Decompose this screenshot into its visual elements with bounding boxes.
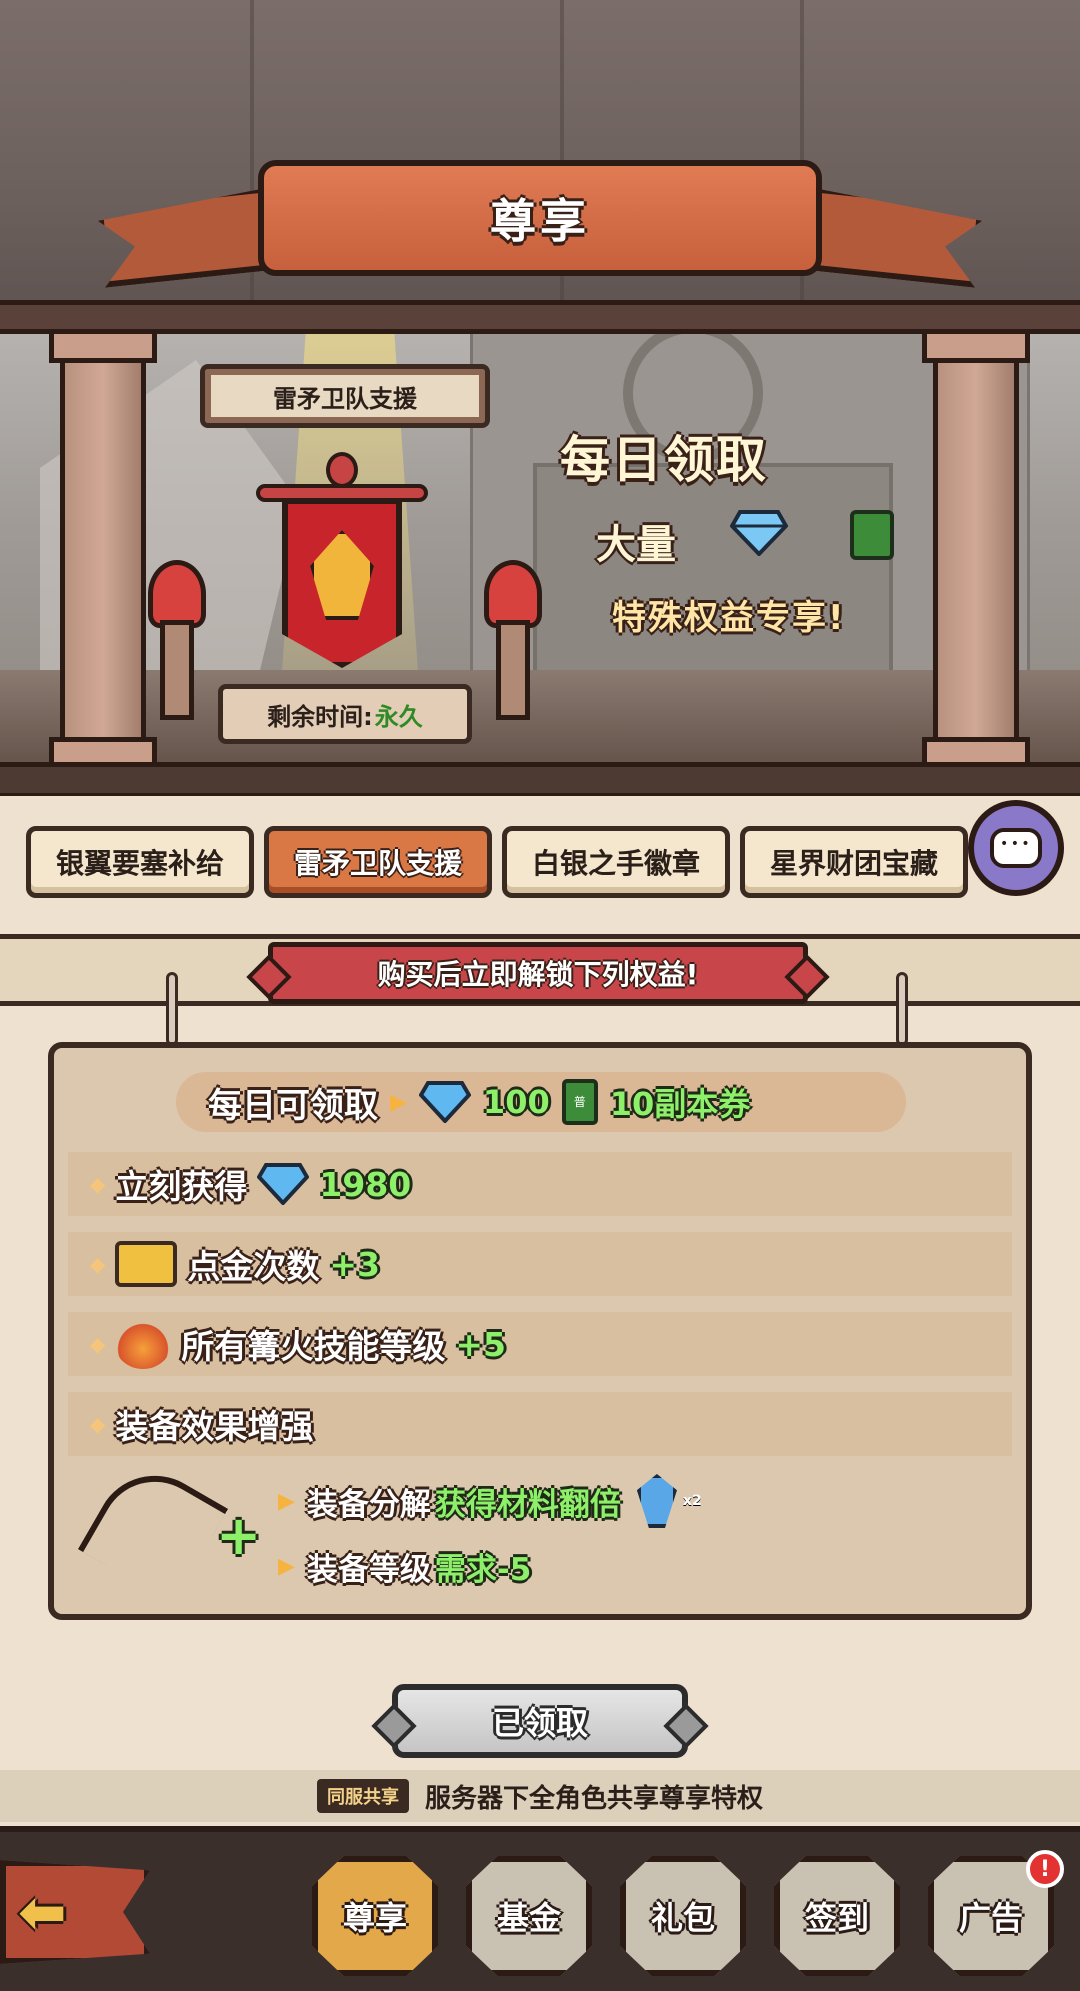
nav-sign-in[interactable]: 签到 bbox=[774, 1856, 900, 1976]
plus-icon: + bbox=[216, 1504, 262, 1567]
level-value: 需求-5 bbox=[434, 1552, 532, 1588]
crystal-icon bbox=[636, 1474, 677, 1528]
tab-silver-hand-badge[interactable]: 白银之手徽章 bbox=[502, 826, 730, 898]
left-pillar bbox=[49, 329, 157, 771]
promo-line3: 特殊权益专享! bbox=[612, 598, 846, 638]
hanger-right bbox=[896, 972, 908, 1046]
benefit-row-bonfire: ◆ 所有篝火技能等级 +5 bbox=[68, 1312, 1012, 1376]
bottom-nav-bar: ⬅ 尊享 基金 礼包 签到 广告 ! bbox=[0, 1826, 1080, 1991]
share-badge: 同服共享 bbox=[316, 1779, 409, 1813]
tab-astral-treasure[interactable]: 星界财团宝藏 bbox=[740, 826, 968, 898]
timer-plate: 剩余时间: 永久 bbox=[218, 684, 472, 744]
bonfire-icon bbox=[115, 1319, 172, 1369]
equip-details: + ▶ 装备分解 获得材料翻倍 x2 ▶ 装备等级 需求-5 bbox=[68, 1453, 1012, 1610]
salvage-value: 获得材料翻倍 bbox=[434, 1486, 621, 1523]
tab-silverwing-supply[interactable]: 银翼要塞补给 bbox=[26, 826, 254, 898]
diamond-icon bbox=[257, 1163, 310, 1205]
nav-label: 礼包 bbox=[650, 1899, 715, 1937]
bullet-icon: ◆ bbox=[90, 1412, 106, 1436]
dagger-icon bbox=[77, 1453, 229, 1605]
equip-line-level: ▶ 装备等级 需求-5 bbox=[278, 1544, 531, 1589]
torch-right-icon bbox=[484, 560, 542, 720]
instant-value: 1980 bbox=[319, 1164, 412, 1204]
promo-line2: 大量 bbox=[596, 522, 676, 568]
share-text: 服务器下全角色共享尊享特权 bbox=[424, 1783, 763, 1814]
package-tabs: 银翼要塞补给 雷矛卫队支援 白银之手徽章 星界财团宝藏 bbox=[26, 826, 976, 904]
daily-gem-amount: 100 bbox=[482, 1083, 550, 1121]
dungeon-ticket-icon bbox=[850, 510, 894, 560]
promo-text: 每日领取 大量 特殊权益专享! bbox=[560, 420, 960, 650]
nav-label: 尊享 bbox=[342, 1899, 407, 1937]
daily-reward-bar: 每日可领取 ▶ 100 普 10副本券 bbox=[176, 1072, 906, 1132]
diamond-icon bbox=[730, 510, 788, 556]
notification-badge: ! bbox=[1026, 1850, 1064, 1888]
gold-label: 点金次数 bbox=[187, 1247, 320, 1286]
benefits-board: 每日可领取 ▶ 100 普 10副本券 ◆ 立刻获得 1980 ◆ 点金次数 +… bbox=[48, 1042, 1032, 1620]
unlock-banner-text: 购买后立即解锁下列权益! bbox=[377, 958, 699, 991]
gold-value: +3 bbox=[329, 1244, 381, 1284]
share-strip: 同服共享 服务器下全角色共享尊享特权 bbox=[0, 1770, 1080, 1822]
chat-bubble-icon bbox=[990, 828, 1042, 868]
nav-label: 签到 bbox=[804, 1899, 869, 1937]
bullet-icon: ◆ bbox=[90, 1332, 106, 1356]
page-title: 尊享 bbox=[490, 194, 590, 248]
bottom-nav: 尊享 基金 礼包 签到 广告 bbox=[312, 1856, 1054, 1976]
nav-gift-pack[interactable]: 礼包 bbox=[620, 1856, 746, 1976]
scene-bottom-beam bbox=[0, 762, 1080, 798]
title-ribbon: 尊享 bbox=[100, 150, 980, 300]
chat-button[interactable] bbox=[968, 800, 1064, 896]
promo-line1: 每日领取 bbox=[560, 431, 768, 489]
nav-label: 基金 bbox=[496, 1899, 561, 1937]
top-beam bbox=[0, 300, 1080, 334]
equip-title: 装备效果增强 bbox=[115, 1407, 314, 1446]
instant-label: 立刻获得 bbox=[115, 1167, 248, 1206]
gold-bar-icon bbox=[115, 1241, 178, 1287]
war-banner-icon bbox=[256, 452, 428, 680]
timer-label: 剩余时间: bbox=[267, 702, 373, 731]
diamond-icon bbox=[418, 1081, 471, 1123]
package-sign-title: 雷矛卫队支援 bbox=[273, 384, 417, 413]
tab-stormpike-support[interactable]: 雷矛卫队支援 bbox=[264, 826, 492, 898]
timer-value: 永久 bbox=[374, 702, 423, 731]
bullet-icon: ◆ bbox=[90, 1252, 106, 1276]
nav-exclusive[interactable]: 尊享 bbox=[312, 1856, 438, 1976]
benefit-row-gold: ◆ 点金次数 +3 bbox=[68, 1232, 1012, 1296]
unlock-banner: 购买后立即解锁下列权益! bbox=[268, 942, 808, 1004]
bonfire-value: +5 bbox=[455, 1324, 507, 1364]
bonfire-label: 所有篝火技能等级 bbox=[181, 1327, 446, 1366]
daily-ticket-text: 10副本券 bbox=[609, 1085, 751, 1123]
benefit-row-instant: ◆ 立刻获得 1980 bbox=[68, 1152, 1012, 1216]
torch-left-icon bbox=[148, 560, 206, 720]
equip-line-salvage: ▶ 装备分解 获得材料翻倍 x2 bbox=[278, 1474, 702, 1528]
hanger-left bbox=[166, 972, 178, 1046]
crystal-multiplier: x2 bbox=[682, 1493, 702, 1509]
level-label: 装备等级 bbox=[306, 1552, 431, 1588]
back-arrow-icon[interactable]: ⬅ bbox=[18, 1878, 67, 1946]
nav-label: 广告 bbox=[958, 1899, 1023, 1937]
arrow-right-icon: ▶ bbox=[278, 1488, 295, 1514]
claimed-button[interactable]: 已领取 bbox=[392, 1684, 688, 1758]
main-panel: 银翼要塞补给 雷矛卫队支援 白银之手徽章 星界财团宝藏 购买后立即解锁下列权益!… bbox=[0, 796, 1080, 1826]
bullet-icon: ◆ bbox=[90, 1172, 106, 1196]
nav-fund[interactable]: 基金 bbox=[466, 1856, 592, 1976]
arrow-right-icon: ▶ bbox=[390, 1089, 407, 1115]
benefit-row-equipment: ◆ 装备效果增强 bbox=[68, 1392, 1012, 1456]
dungeon-ticket-icon: 普 bbox=[561, 1079, 598, 1125]
package-sign: 雷矛卫队支援 bbox=[200, 364, 490, 428]
daily-label: 每日可领取 bbox=[208, 1085, 378, 1126]
arrow-right-icon: ▶ bbox=[278, 1554, 295, 1579]
salvage-label: 装备分解 bbox=[306, 1486, 431, 1523]
claimed-button-label: 已领取 bbox=[491, 1704, 588, 1742]
